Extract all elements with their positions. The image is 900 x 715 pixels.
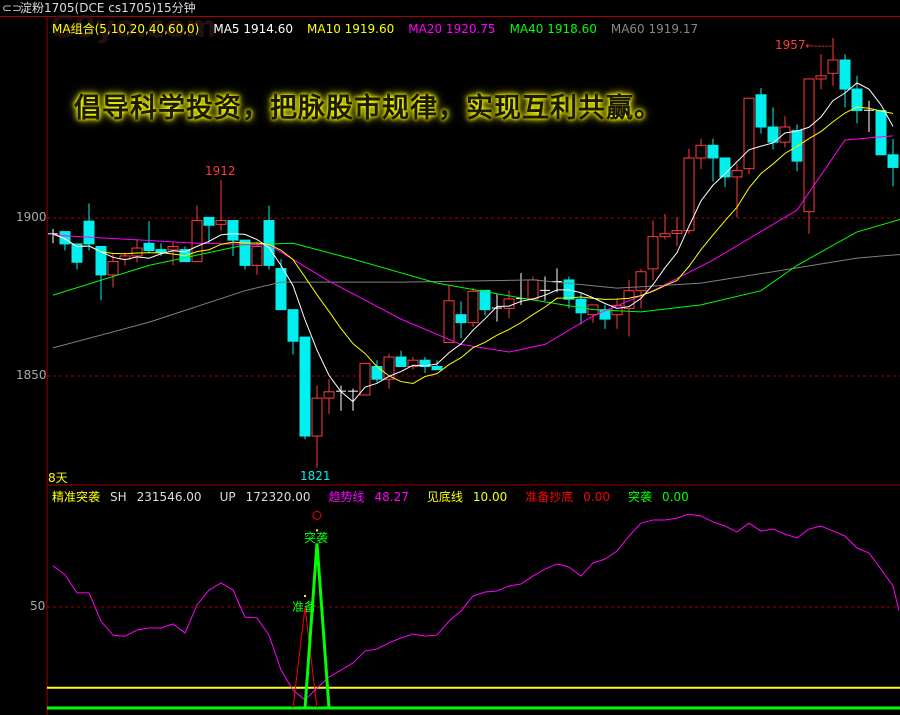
candle-body [839,59,851,90]
up-value: 172320.00 [245,490,311,504]
trend-label: 趋势线 [328,490,365,504]
candle-body [203,216,215,226]
candle-body [371,366,383,380]
indicator-name[interactable]: 精准突袭 [52,490,100,504]
raid-label: 突袭 [627,490,652,504]
candle-body [575,298,587,314]
raid-value: 0.00 [662,490,689,504]
candle-body [875,110,887,156]
candle-body [227,220,239,241]
candle-body [455,314,467,324]
candle-body [107,261,119,276]
period-days-label: 8天 [48,471,68,485]
candle-body [395,356,407,368]
high-value: 1957 [775,38,806,52]
candle-body [83,220,95,245]
ma60-value: MA60 1919.17 [610,22,699,36]
futures-chart-window: ⊂⊃淀粉1705(DCE cs1705)15分钟 G0yo.com MA组合(5… [0,0,900,715]
ma-combo-label[interactable]: MA组合(5,10,20,40,60,0) [52,22,199,36]
low-label: 1821 [300,469,331,483]
axis-label-1850: 1850 [16,368,47,382]
candle-body [827,59,839,74]
slogan-banner: 倡导科学投资，把脉股市规律，实现互利共赢。 [74,93,662,124]
candle-body [479,289,491,311]
candle-body [635,271,647,292]
up-label: UP [219,490,236,504]
candle-body [131,247,143,257]
candle-body [707,144,719,159]
raid-signal-label: 突袭 [304,531,329,545]
candle-body [275,268,287,311]
candle-body [95,245,107,276]
ready-signal-label: 准备 [292,600,317,614]
ma5-value: MA5 1914.60 [213,22,293,36]
ma20-value: MA20 1920.75 [408,22,496,36]
candle-body [467,290,479,324]
candle-body [659,233,671,238]
candle-body [359,362,371,396]
candle-body [443,300,455,344]
candle-body [527,279,539,300]
candle-body [143,242,155,252]
candle-body [695,144,707,159]
ma40-value: MA40 1918.60 [509,22,597,36]
ma10-line [52,106,894,384]
candle-body [263,220,275,266]
signal-circle-icon [312,510,322,520]
ma-legend: MA组合(5,10,20,40,60,0) MA5 1914.60 MA10 191… [52,20,712,37]
candle-body [311,397,323,437]
sh-value: 231546.00 [136,490,202,504]
candle-body [299,336,311,437]
candle-body [647,236,659,270]
candle-body [323,391,335,399]
axis-label-50: 50 [30,599,46,613]
candle-body [887,154,899,168]
candle-body [791,129,803,162]
candle-body [503,298,515,309]
ma10-value: MA10 1919.60 [307,22,395,36]
indicator-legend: 精准突袭 SH 231546.00 UP 172320.00 趋势线 48.27 见底线 10.… [52,488,699,505]
candle-body [731,170,743,178]
local-high-label: 1912 [205,164,236,178]
signal-dot [304,595,306,597]
ready-value: 0.00 [583,490,610,504]
candle-body [815,75,827,80]
arrow-left-icon: ←----- [805,41,832,52]
candle-body [779,126,791,143]
candle-body [215,220,227,225]
candle-body [251,245,263,266]
candle-body [431,366,443,371]
candle-body [755,94,767,128]
high-label: 1957←----- [775,38,832,52]
candle-body [287,309,299,342]
trend-value: 48.27 [374,490,409,504]
axis-label-1900: 1900 [16,210,47,224]
bottom-line-value: 10.00 [472,490,508,504]
ready-label: 准备抄底 [525,490,574,504]
candle-body [167,245,179,251]
candle-body [743,97,755,170]
raid-spike [303,543,331,709]
bottom-line-label: 见底线 [426,490,463,504]
candle-body [671,230,683,234]
sh-label: SH [110,490,127,504]
